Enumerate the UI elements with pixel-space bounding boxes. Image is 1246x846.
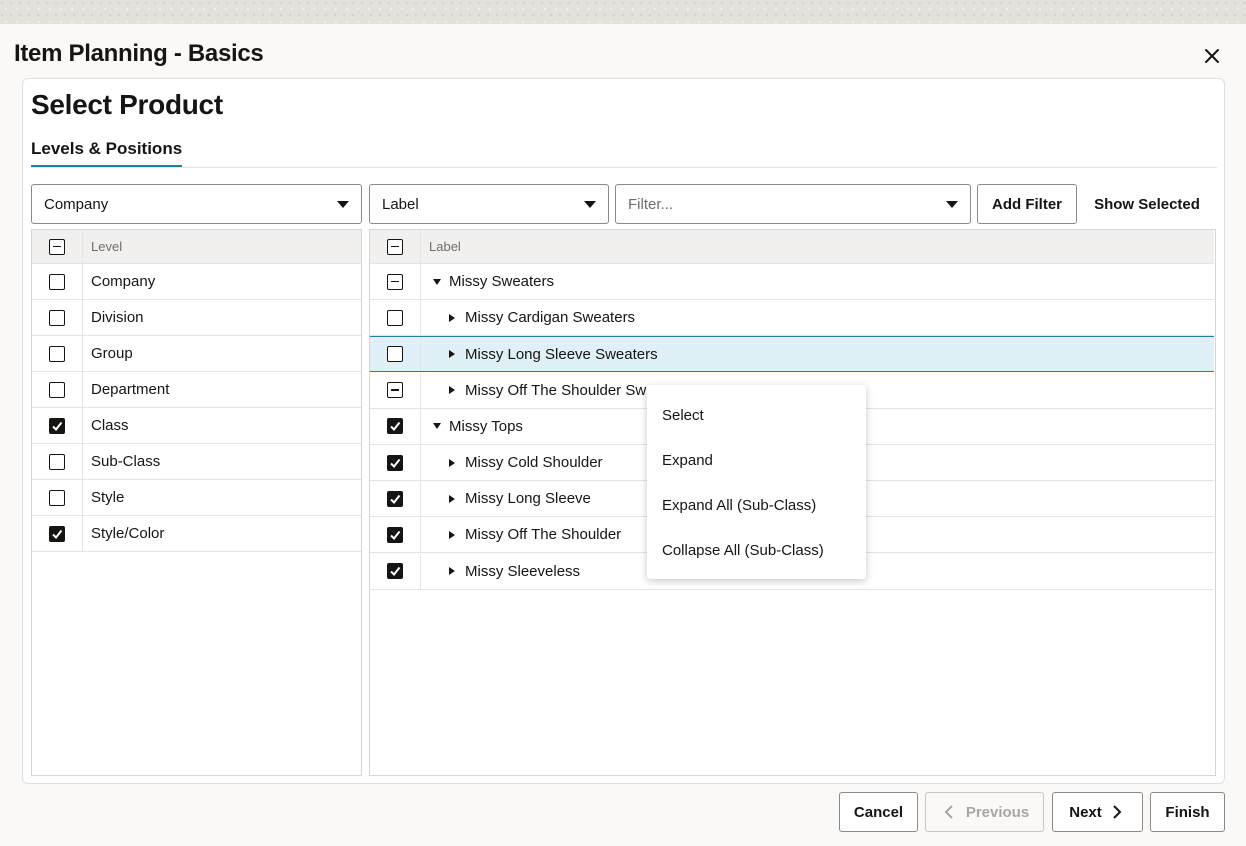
expand-caret-icon[interactable]: [449, 458, 455, 467]
position-label: Missy Cardigan Sweaters: [465, 309, 636, 327]
level-row[interactable]: Group: [32, 336, 361, 372]
section-title: Select Product: [31, 89, 223, 120]
position-checkbox[interactable]: [387, 526, 403, 543]
position-label: Missy Off The Shoulder Sw: [465, 381, 647, 399]
level-checkbox[interactable]: [49, 381, 65, 398]
level-label: Company: [91, 273, 156, 290]
context-menu: Select Expand Expand All (Sub-Class) Collap…: [647, 385, 866, 579]
position-row[interactable]: Missy Sweaters: [370, 264, 1214, 300]
level-row[interactable]: Company: [32, 264, 361, 300]
position-label: Missy Cold Shoulder: [465, 454, 603, 471]
level-row[interactable]: Department: [32, 372, 361, 408]
chevron-right-icon: [1113, 805, 1122, 819]
menu-item-select[interactable]: Select: [647, 393, 866, 438]
positions-column-header: Label: [429, 239, 461, 254]
position-checkbox[interactable]: [387, 346, 403, 363]
position-checkbox[interactable]: [387, 490, 403, 507]
position-label: Missy Sweaters: [449, 273, 555, 290]
collapse-caret-icon[interactable]: [433, 278, 441, 285]
attribute-select-value: Label: [382, 195, 419, 213]
previous-button[interactable]: Previous: [925, 792, 1044, 832]
position-checkbox[interactable]: [387, 418, 403, 435]
tab-levels-positions[interactable]: Levels & Positions: [31, 139, 183, 167]
level-row[interactable]: Class: [32, 408, 361, 444]
expand-caret-icon[interactable]: [449, 494, 455, 503]
tab-divider: [31, 167, 1217, 168]
next-button[interactable]: Next: [1052, 792, 1143, 832]
collapse-caret-icon[interactable]: [433, 423, 441, 430]
levels-header-row: Level: [32, 230, 361, 264]
chevron-down-icon: [584, 200, 596, 208]
filter-select[interactable]: Filter...: [615, 184, 971, 224]
level-row[interactable]: Style/Color: [32, 516, 361, 552]
expand-caret-icon[interactable]: [449, 313, 455, 322]
position-checkbox[interactable]: [387, 382, 403, 399]
levels-column-header: Level: [91, 239, 123, 254]
level-label: Sub-Class: [91, 453, 161, 470]
level-checkbox[interactable]: [49, 309, 65, 326]
expand-caret-icon[interactable]: [449, 350, 455, 359]
select-all-levels-checkbox[interactable]: [49, 238, 65, 255]
hierarchy-select[interactable]: Company: [31, 184, 362, 224]
cancel-button[interactable]: Cancel: [839, 792, 918, 832]
positions-header-row: Label: [370, 230, 1214, 264]
level-label: Group: [91, 345, 133, 362]
add-filter-button[interactable]: Add Filter: [977, 184, 1077, 224]
level-row[interactable]: Division: [32, 300, 361, 336]
position-checkbox[interactable]: [387, 309, 403, 326]
position-label: Missy Off The Shoulder: [465, 526, 622, 544]
level-label: Class: [91, 417, 129, 434]
dialog-title: Item Planning - Basics: [14, 40, 264, 67]
level-label: Style/Color: [91, 525, 165, 542]
next-label: Next: [1069, 803, 1102, 821]
close-button[interactable]: [1198, 42, 1226, 70]
select-all-positions-checkbox[interactable]: [387, 238, 403, 255]
level-label: Department: [91, 381, 170, 398]
select-product-card: Select Product Levels & Positions Compan…: [22, 78, 1225, 784]
position-row[interactable]: Missy Long Sleeve Sweaters: [370, 336, 1214, 373]
close-icon: [1205, 49, 1219, 63]
chevron-down-icon: [946, 200, 958, 208]
hierarchy-select-value: Company: [44, 195, 109, 213]
level-label: Style: [91, 489, 125, 506]
level-row[interactable]: Sub-Class: [32, 444, 361, 480]
level-checkbox[interactable]: [49, 525, 65, 542]
position-checkbox[interactable]: [387, 454, 403, 471]
show-selected-button[interactable]: Show Selected: [1087, 184, 1207, 224]
position-label: Missy Long Sleeve Sweaters: [465, 345, 658, 363]
page-background-strip: [0, 0, 1246, 24]
chevron-left-icon: [944, 805, 953, 819]
position-checkbox[interactable]: [387, 563, 403, 580]
level-checkbox[interactable]: [49, 489, 65, 506]
position-label: Missy Tops: [449, 417, 523, 435]
filter-placeholder: Filter...: [628, 195, 674, 213]
level-checkbox[interactable]: [49, 453, 65, 470]
menu-item-expand[interactable]: Expand: [647, 438, 866, 483]
level-checkbox[interactable]: [49, 345, 65, 362]
menu-item-expand-all-sub-class[interactable]: Expand All (Sub-Class): [647, 483, 866, 528]
position-label: Missy Long Sleeve: [465, 490, 591, 508]
expand-caret-icon[interactable]: [449, 567, 455, 576]
chevron-down-icon: [337, 200, 349, 208]
expand-caret-icon[interactable]: [449, 386, 455, 395]
position-checkbox[interactable]: [387, 273, 403, 290]
levels-panel: Level Company Division Group Department Clas…: [31, 229, 362, 776]
expand-caret-icon[interactable]: [449, 530, 455, 539]
finish-button[interactable]: Finish: [1150, 792, 1225, 832]
level-checkbox[interactable]: [49, 273, 65, 290]
level-label: Division: [91, 309, 144, 326]
position-label: Missy Sleeveless: [465, 562, 581, 580]
previous-label: Previous: [965, 803, 1030, 821]
position-row[interactable]: Missy Cardigan Sweaters: [370, 300, 1214, 337]
menu-item-collapse-all-sub-class[interactable]: Collapse All (Sub-Class): [647, 528, 866, 573]
attribute-select[interactable]: Label: [369, 184, 609, 224]
dialog: Item Planning - Basics Select Product Le…: [0, 24, 1246, 846]
level-checkbox[interactable]: [49, 417, 65, 434]
level-row[interactable]: Style: [32, 480, 361, 516]
